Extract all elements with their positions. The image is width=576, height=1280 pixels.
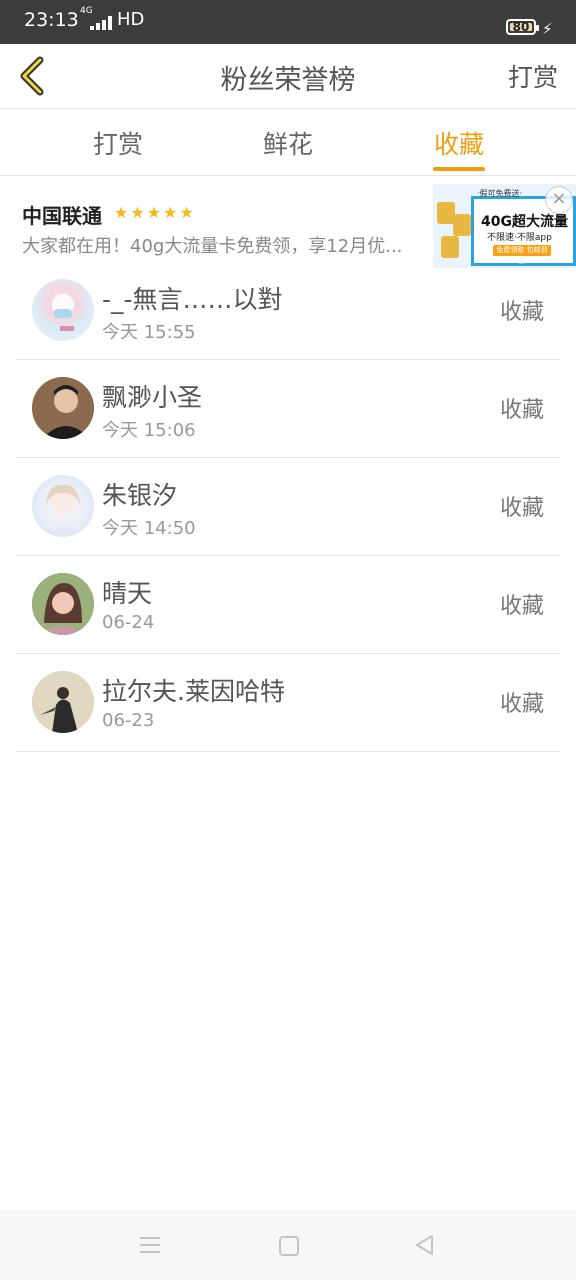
action-label: 收藏 [499, 496, 544, 521]
user-time: 06-24 [102, 612, 155, 633]
close-icon[interactable]: × [545, 186, 573, 214]
tab-favorites[interactable]: 收藏 [409, 125, 509, 161]
list-item[interactable]: 晴天 06-24 收藏 [16, 556, 560, 654]
sim-card-icon [453, 214, 471, 236]
action-label: 收藏 [499, 692, 544, 717]
network-type: 4G [80, 6, 93, 16]
user-name: -_-無言……以對 [102, 285, 283, 314]
action-label: 收藏 [499, 398, 544, 423]
action-label: 收藏 [499, 594, 544, 619]
battery-level: 80 [512, 20, 530, 34]
back-triangle-icon[interactable] [414, 1234, 436, 1256]
ad-image-sub: 不限速·不限app [487, 233, 552, 243]
ad-image-button: 免费领取 包邮到家 [493, 245, 551, 265]
user-time: 今天 14:50 [102, 518, 196, 539]
avatar [32, 475, 94, 537]
user-time: 今天 15:55 [102, 322, 196, 343]
tab-bar: 打赏 鲜花 收藏 [0, 109, 576, 176]
list-item[interactable]: 拉尔夫.莱因哈特 06-23 收藏 [16, 654, 560, 752]
user-name: 飘渺小圣 [102, 383, 203, 412]
list-item[interactable]: 朱银汐 今天 14:50 收藏 [16, 458, 560, 556]
user-name: 朱银汐 [102, 481, 178, 510]
avatar [32, 671, 94, 733]
system-nav-bar [0, 1210, 576, 1280]
status-time: 23:13 [24, 9, 79, 31]
home-icon[interactable] [279, 1236, 299, 1256]
signal-icon [90, 16, 114, 30]
user-time: 06-23 [102, 710, 155, 731]
user-name: 拉尔夫.莱因哈特 [102, 677, 285, 706]
hd-label: HD [117, 9, 145, 30]
ad-image-headline: 40G超大流量 [481, 214, 568, 230]
ad-description: 大家都在用！40g大流量卡免费领，享12月优... [22, 236, 403, 257]
ad-image-top: ·假可免费送· [477, 189, 523, 198]
active-tab-indicator [433, 167, 485, 171]
list-item[interactable]: 飘渺小圣 今天 15:06 收藏 [16, 360, 560, 458]
ad-banner[interactable]: 中国联通 ★★★★★ 大家都在用！40g大流量卡免费领，享12月优... ·假可… [0, 178, 576, 270]
list-item[interactable]: -_-無言……以對 今天 15:55 收藏 [16, 262, 560, 360]
tab-flowers[interactable]: 鲜花 [238, 125, 338, 161]
avatar [32, 377, 94, 439]
app-header: 粉丝荣誉榜 打赏 [0, 44, 576, 109]
avatar [32, 573, 94, 635]
ad-rating: ★★★★★ [114, 203, 196, 222]
action-label: 收藏 [499, 300, 544, 325]
battery-icon: 80 [506, 19, 539, 35]
favorites-list: -_-無言……以對 今天 15:55 收藏 飘渺小圣 今天 15:06 收藏 朱… [16, 262, 560, 752]
menu-icon[interactable] [140, 1237, 160, 1253]
ad-advertiser: 中国联通 [22, 204, 102, 228]
status-bar: 23:13 4G HD 80 ⚡ [0, 0, 576, 44]
tab-reward[interactable]: 打赏 [68, 125, 168, 161]
user-name: 晴天 [102, 579, 153, 608]
charging-icon: ⚡ [542, 20, 553, 38]
sim-card-icon [441, 236, 459, 258]
reward-button[interactable]: 打赏 [508, 58, 558, 94]
avatar [32, 279, 94, 341]
page-title: 粉丝荣誉榜 [220, 65, 356, 96]
user-time: 今天 15:06 [102, 420, 196, 441]
